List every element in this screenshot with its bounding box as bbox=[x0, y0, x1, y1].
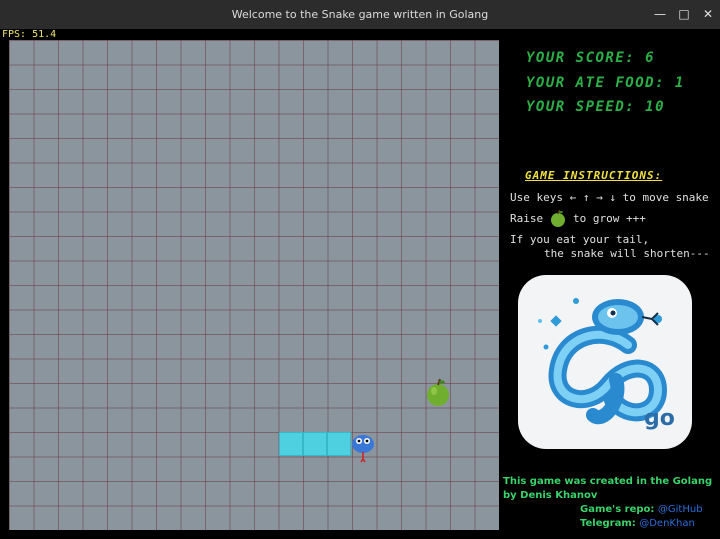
apple-food-icon bbox=[427, 378, 449, 406]
snake-body-segment bbox=[327, 432, 351, 456]
instructions-grow-text: to grow +++ bbox=[573, 212, 646, 225]
credit-author: by Denis Khanov bbox=[503, 490, 598, 501]
close-icon[interactable]: ✕ bbox=[700, 6, 716, 22]
instructions-move-keys: Use keys ← ↑ → ↓ to move snake bbox=[510, 191, 709, 204]
speed-text: YOUR SPEED: 10 bbox=[526, 99, 666, 115]
credit-line1: This game was created in the Golang bbox=[503, 476, 713, 487]
telegram-label: Telegram: bbox=[580, 518, 636, 529]
window-titlebar: Welcome to the Snake game written in Gol… bbox=[0, 0, 720, 29]
snake-head-icon bbox=[352, 435, 374, 463]
telegram-line: Telegram: @DenKhan bbox=[580, 518, 695, 529]
snake-body-segment bbox=[279, 432, 303, 456]
instructions-tail-line1: If you eat your tail, bbox=[510, 233, 650, 246]
go-snake-logo: go bbox=[518, 275, 692, 449]
instructions-title: GAME INSTRUCTIONS: bbox=[525, 169, 663, 182]
game-board[interactable] bbox=[9, 40, 499, 530]
telegram-link[interactable]: @DenKhan bbox=[639, 518, 695, 529]
repo-label: Game's repo: bbox=[580, 504, 655, 515]
instructions-grow-label: Raise bbox=[510, 212, 544, 225]
minimize-icon[interactable]: — bbox=[652, 6, 668, 22]
github-link[interactable]: @GitHub bbox=[658, 504, 703, 515]
instructions-tail-line2: the snake will shorten--- bbox=[544, 247, 710, 260]
apple-icon bbox=[551, 209, 565, 227]
maximize-icon[interactable]: □ bbox=[676, 6, 692, 22]
food-eaten-text: YOUR ATE FOOD: 1 bbox=[526, 75, 685, 91]
snake-logo-icon: go bbox=[538, 298, 675, 431]
score-text: YOUR SCORE: 6 bbox=[526, 50, 656, 66]
window-title: Welcome to the Snake game written in Gol… bbox=[231, 8, 489, 21]
snake-body-segment bbox=[303, 432, 327, 456]
go-logo-text: go bbox=[644, 406, 675, 431]
repo-line: Game's repo: @GitHub bbox=[580, 504, 703, 515]
